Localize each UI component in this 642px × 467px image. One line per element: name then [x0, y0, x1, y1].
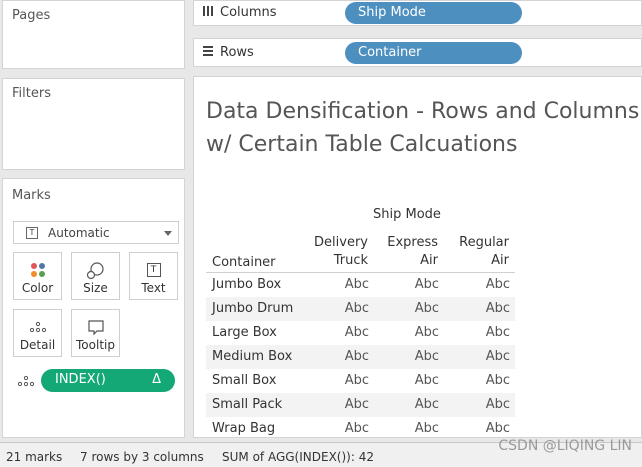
table-row[interactable]: Small Pack Abc Abc Abc	[206, 393, 515, 417]
speech-bubble-icon	[87, 320, 104, 336]
color-dots-icon	[30, 263, 45, 277]
table-row[interactable]: Large Box Abc Abc Abc	[206, 321, 515, 345]
column-header-line: Express	[387, 235, 438, 250]
table-cell: Abc	[485, 277, 510, 292]
table-cell: Abc	[344, 277, 369, 292]
index-field-pill[interactable]: INDEX() Δ	[41, 369, 175, 392]
tooltip-label: Tooltip	[76, 338, 115, 352]
rows-label-text: Rows	[220, 45, 254, 60]
text-mark-icon: T	[26, 227, 38, 239]
table-row[interactable]: Jumbo Drum Abc Abc Abc	[206, 297, 515, 321]
mark-type-dropdown[interactable]: T Automatic	[13, 221, 179, 244]
table-cell: Abc	[414, 373, 439, 388]
size-button[interactable]: Size	[71, 252, 120, 300]
pages-panel[interactable]: Pages	[2, 0, 185, 69]
mark-type-value: Automatic	[48, 226, 110, 240]
columns-label-text: Columns	[220, 5, 277, 20]
color-label: Color	[21, 281, 54, 295]
table-cell: Abc	[485, 373, 510, 388]
status-dimensions: 7 rows by 3 columns	[80, 450, 204, 464]
tableau-workspace: Pages Filters Marks T Automatic Color Si…	[0, 0, 642, 467]
column-header-line: Regular	[459, 235, 509, 250]
title-line-1: Data Densification - Rows and Columns	[206, 99, 640, 124]
rows-icon	[203, 46, 213, 56]
detail-button[interactable]: Detail	[13, 309, 62, 357]
column-header-line: Delivery	[314, 235, 368, 250]
table-cell: Abc	[414, 325, 439, 340]
status-marks-count: 21 marks	[6, 450, 63, 464]
table-cell: Abc	[414, 421, 439, 436]
size-label: Size	[83, 281, 108, 295]
row-header-container[interactable]: Container	[212, 254, 276, 272]
ship-mode-pill-label: Ship Mode	[358, 5, 426, 20]
container-pill-label: Container	[358, 45, 422, 60]
column-header-delivery-truck[interactable]: Delivery Truck	[299, 234, 368, 270]
container-row-pill[interactable]: Container	[345, 42, 522, 64]
table-row[interactable]: Medium Box Abc Abc Abc	[206, 345, 515, 369]
tooltip-button[interactable]: Tooltip	[71, 309, 120, 357]
table-cell: Abc	[485, 325, 510, 340]
column-group-header[interactable]: Ship Mode	[373, 207, 441, 222]
filters-panel[interactable]: Filters	[2, 78, 185, 170]
detail-dots-icon	[29, 321, 46, 333]
rows-shelf[interactable]: Rows Container	[193, 38, 642, 67]
table-cell: Abc	[344, 325, 369, 340]
status-sum: SUM of AGG(INDEX()): 42	[222, 450, 374, 464]
worksheet-view[interactable]: Data Densification - Rows and Columns w/…	[193, 76, 642, 438]
table-cell: Abc	[485, 397, 510, 412]
columns-icon	[203, 6, 213, 16]
table-cell: Abc	[344, 349, 369, 364]
table-cell: Abc	[414, 349, 439, 364]
size-icon	[86, 262, 104, 280]
table-cell: Abc	[414, 301, 439, 316]
text-icon: T	[146, 263, 161, 277]
title-line-2: w/ Certain Table Calcuations	[206, 132, 518, 157]
row-label: Wrap Bag	[212, 421, 276, 436]
table-cell: Abc	[485, 301, 510, 316]
column-header-line: Truck	[333, 253, 368, 268]
column-header-line: Air	[420, 253, 438, 268]
index-pill-label: INDEX()	[55, 372, 106, 387]
marks-panel: Marks T Automatic Color Size T Text Deta…	[2, 178, 185, 438]
table-row[interactable]: Small Box Abc Abc Abc	[206, 369, 515, 393]
table-cell: Abc	[344, 301, 369, 316]
filters-title: Filters	[12, 86, 51, 101]
row-label: Small Pack	[212, 397, 283, 412]
table-row[interactable]: Jumbo Box Abc Abc Abc	[206, 273, 515, 297]
pages-title: Pages	[12, 8, 51, 23]
table-row[interactable]: Wrap Bag Abc Abc Abc	[206, 417, 515, 441]
table-cell: Abc	[344, 397, 369, 412]
row-label: Jumbo Box	[212, 277, 282, 292]
table-cell: Abc	[344, 421, 369, 436]
column-header-express-air[interactable]: Express Air	[374, 234, 438, 270]
ship-mode-column-pill[interactable]: Ship Mode	[345, 2, 522, 24]
row-label: Large Box	[212, 325, 277, 340]
text-label: Text	[141, 281, 166, 295]
marks-title: Marks	[12, 188, 51, 203]
table-calc-delta-icon: Δ	[152, 372, 161, 387]
row-label: Small Box	[212, 373, 277, 388]
columns-shelf[interactable]: Columns Ship Mode	[193, 0, 642, 26]
detail-label: Detail	[19, 338, 56, 352]
marks-field-row: INDEX() Δ	[15, 369, 175, 393]
table-cell: Abc	[485, 349, 510, 364]
column-header-line: Air	[491, 253, 509, 268]
row-label: Medium Box	[212, 349, 293, 364]
table-cell: Abc	[344, 373, 369, 388]
table-cell: Abc	[414, 277, 439, 292]
text-button[interactable]: T Text	[129, 252, 178, 300]
watermark: CSDN @LIQING LIN	[498, 438, 632, 454]
columns-shelf-label: Columns	[202, 5, 277, 20]
column-header-regular-air[interactable]: Regular Air	[446, 234, 509, 270]
worksheet-title: Data Densification - Rows and Columns w/…	[206, 95, 639, 161]
table-cell: Abc	[485, 421, 510, 436]
row-label: Jumbo Drum	[212, 301, 294, 316]
chevron-down-icon[interactable]	[164, 231, 172, 236]
table-cell: Abc	[414, 397, 439, 412]
color-button[interactable]: Color	[13, 252, 62, 300]
rows-shelf-label: Rows	[202, 45, 254, 60]
detail-dots-icon	[17, 375, 35, 387]
